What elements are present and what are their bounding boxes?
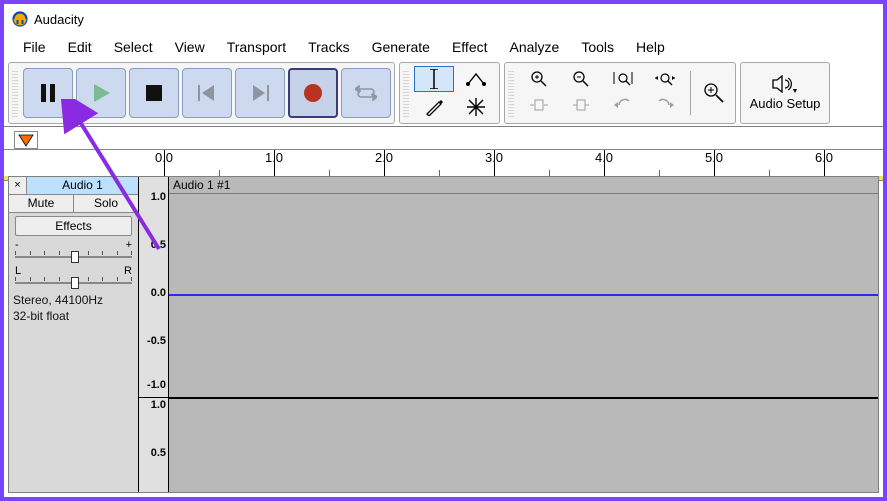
record-button[interactable] xyxy=(288,68,338,118)
stop-button[interactable] xyxy=(129,68,179,118)
zoom-in-button[interactable] xyxy=(519,66,559,92)
silence-button[interactable] xyxy=(561,94,601,120)
menu-edit[interactable]: Edit xyxy=(57,36,103,58)
pan-slider[interactable]: LR xyxy=(15,265,132,289)
skip-start-button[interactable] xyxy=(182,68,232,118)
fit-selection-button[interactable] xyxy=(603,66,643,92)
amplitude-scale: 1.0 0.5 0.0 -0.5 -1.0 1.0 0.5 xyxy=(139,177,169,492)
tools-toolbar xyxy=(399,62,500,124)
edit-toolbar xyxy=(504,62,736,124)
menu-tracks[interactable]: Tracks xyxy=(297,36,360,58)
audio-setup-button[interactable]: Audio Setup xyxy=(740,62,830,124)
tick-label: 6.0 xyxy=(815,150,833,165)
skip-end-button[interactable] xyxy=(235,68,285,118)
transport-toolbar xyxy=(8,62,395,124)
multi-tool[interactable] xyxy=(456,94,496,120)
solo-button[interactable]: Solo xyxy=(74,195,138,212)
timeline-pin-row xyxy=(4,127,883,149)
toolbar-grip[interactable] xyxy=(12,69,18,117)
toolbar-grip[interactable] xyxy=(403,69,409,117)
menu-transport[interactable]: Transport xyxy=(216,36,297,58)
track-bitdepth-info: 32-bit float xyxy=(9,309,138,323)
menubar: File Edit Select View Transport Tracks G… xyxy=(4,34,883,60)
draw-tool[interactable] xyxy=(414,94,454,120)
waveform-area[interactable]: Audio 1 #1 xyxy=(169,177,878,492)
track-control-panel: × Audio 1 Mute Solo Effects -+ LR Stereo… xyxy=(9,177,139,492)
close-track-button[interactable]: × xyxy=(9,177,27,194)
clip-label[interactable]: Audio 1 #1 xyxy=(169,177,878,194)
tick-label: 0.0 xyxy=(155,150,173,165)
titlebar: Audacity xyxy=(4,4,883,34)
speaker-icon xyxy=(771,75,799,96)
track-area: × Audio 1 Mute Solo Effects -+ LR Stereo… xyxy=(8,176,879,493)
envelope-tool[interactable] xyxy=(456,66,496,92)
zoom-out-button[interactable] xyxy=(561,66,601,92)
track-name-dropdown[interactable]: Audio 1 xyxy=(27,177,138,194)
menu-view[interactable]: View xyxy=(164,36,216,58)
menu-file[interactable]: File xyxy=(12,36,57,58)
track-format-info: Stereo, 44100Hz xyxy=(9,291,138,309)
menu-help[interactable]: Help xyxy=(625,36,676,58)
fit-project-button[interactable] xyxy=(645,66,685,92)
trim-button[interactable] xyxy=(519,94,559,120)
loop-button[interactable] xyxy=(341,68,391,118)
effects-button[interactable]: Effects xyxy=(15,216,132,236)
toolbar-grip[interactable] xyxy=(508,69,514,117)
toolbar-row: Audio Setup xyxy=(4,60,883,127)
undo-button[interactable] xyxy=(603,94,643,120)
tick-label: 3.0 xyxy=(485,150,503,165)
zoom-toggle-button[interactable] xyxy=(696,67,732,119)
menu-generate[interactable]: Generate xyxy=(361,36,441,58)
selection-tool[interactable] xyxy=(414,66,454,92)
mute-button[interactable]: Mute xyxy=(9,195,74,212)
menu-select[interactable]: Select xyxy=(103,36,164,58)
menu-analyze[interactable]: Analyze xyxy=(499,36,571,58)
waveform-canvas[interactable] xyxy=(169,194,878,492)
app-icon xyxy=(12,11,28,27)
menu-tools[interactable]: Tools xyxy=(570,36,625,58)
playhead-pin[interactable] xyxy=(14,131,38,149)
tick-label: 5.0 xyxy=(705,150,723,165)
app-title: Audacity xyxy=(34,12,84,27)
pause-button[interactable] xyxy=(23,68,73,118)
tick-label: 1.0 xyxy=(265,150,283,165)
tick-label: 2.0 xyxy=(375,150,393,165)
menu-effect[interactable]: Effect xyxy=(441,36,499,58)
gain-slider[interactable]: -+ xyxy=(15,239,132,263)
timeline-ruler[interactable]: 0.0 1.0 2.0 3.0 4.0 5.0 6.0 xyxy=(4,149,883,177)
audio-setup-label: Audio Setup xyxy=(750,96,821,111)
play-button[interactable] xyxy=(76,68,126,118)
tick-label: 4.0 xyxy=(595,150,613,165)
redo-button[interactable] xyxy=(645,94,685,120)
